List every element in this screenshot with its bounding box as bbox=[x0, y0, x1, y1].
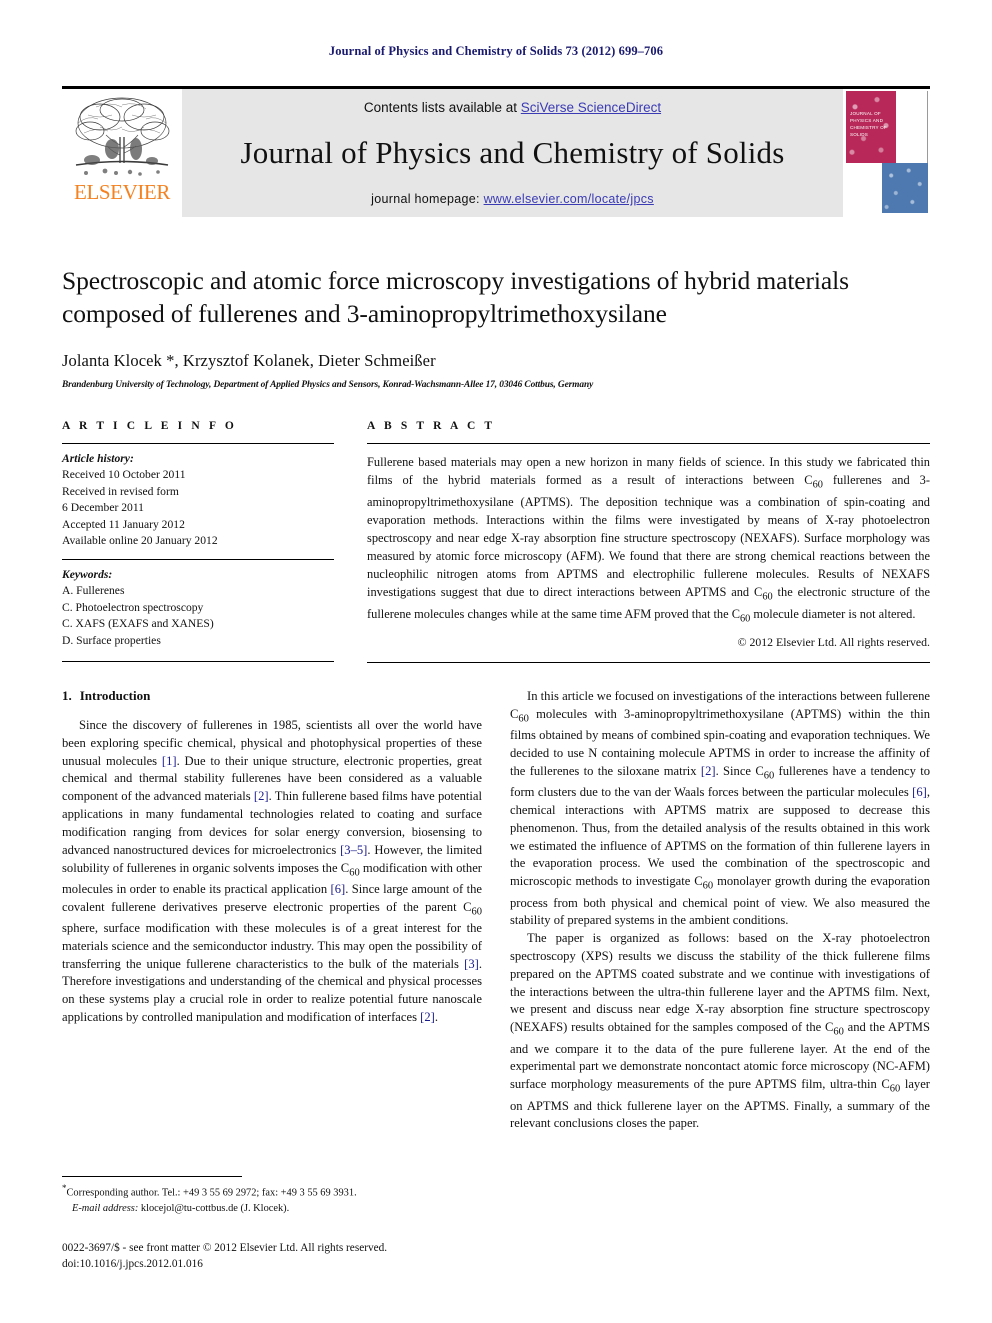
elsevier-logo: ELSEVIER bbox=[62, 89, 182, 217]
journal-header-band: ELSEVIER Contents lists available at Sci… bbox=[62, 86, 930, 217]
citation-ref[interactable]: [2] bbox=[701, 764, 716, 778]
p2-subscript: 60 bbox=[763, 770, 775, 782]
paragraph-intro-2: In this article we focused on investigat… bbox=[510, 688, 930, 930]
abstract-text: Fullerene based materials may open a new… bbox=[367, 444, 930, 626]
citation-ref[interactable]: [1] bbox=[162, 754, 177, 768]
p3-text-a: The paper is organized as follows: based… bbox=[510, 931, 930, 1035]
keywords-label: Keywords: bbox=[62, 567, 113, 581]
article-info-column: A R T I C L E I N F O Article history: R… bbox=[62, 420, 334, 663]
abstract-part-2: fullerenes and 3-aminopropyltrimethoxysi… bbox=[367, 473, 930, 600]
p2-subscript: 60 bbox=[518, 713, 529, 725]
running-head: Journal of Physics and Chemistry of Soli… bbox=[328, 44, 664, 58]
elsevier-wordmark: ELSEVIER bbox=[74, 180, 170, 204]
doi-line: doi:10.1016/j.jpcs.2012.01.016 bbox=[62, 1258, 203, 1271]
journal-header-center: Contents lists available at SciVerse Sci… bbox=[182, 89, 843, 217]
info-rule-bottom bbox=[62, 660, 334, 662]
author-list: Jolanta Klocek *, Krzysztof Kolanek, Die… bbox=[62, 351, 436, 371]
affiliation: Brandenburg University of Technology, De… bbox=[62, 380, 594, 391]
history-item: Available online 20 January 2012 bbox=[62, 534, 218, 548]
p3-subscript: 60 bbox=[889, 1083, 901, 1095]
article-history-label: Article history: bbox=[62, 452, 134, 465]
email-label: E-mail address: bbox=[72, 1202, 139, 1214]
keyword-item: A. Fullerenes bbox=[62, 584, 125, 598]
citation-ref[interactable]: [2] bbox=[420, 1010, 435, 1024]
article-page: Journal of Physics and Chemistry of Soli… bbox=[0, 0, 992, 1323]
abstract-subscript-1: 60 bbox=[812, 479, 823, 491]
abstract-copyright: © 2012 Elsevier Ltd. All rights reserved… bbox=[737, 635, 930, 650]
p1-subscript: 60 bbox=[349, 867, 360, 879]
section-heading-introduction: 1. Introduction bbox=[62, 688, 482, 704]
email-link[interactable]: klocejol@tu-cottbus.de (J. Klocek). bbox=[138, 1203, 289, 1214]
p2-text-e: , chemical interactions with APTMS matri… bbox=[510, 785, 930, 889]
history-item: Received 10 October 2011 bbox=[62, 468, 186, 482]
keyword-item: C. XAFS (EXAFS and XANES) bbox=[62, 617, 214, 631]
article-history-block: Article history: Received 10 October 201… bbox=[62, 444, 334, 550]
article-info-heading: A R T I C L E I N F O bbox=[62, 420, 237, 432]
citation-ref[interactable]: [3–5] bbox=[340, 843, 367, 857]
info-abstract-section: A R T I C L E I N F O Article history: R… bbox=[62, 420, 930, 664]
p1-text-g: sphere, surface modification with these … bbox=[62, 921, 482, 971]
cover-title-text: JOURNAL OF PHYSICS AND CHEMISTRY OF SOLI… bbox=[850, 111, 887, 137]
abstract-subscript-2: 60 bbox=[762, 591, 773, 603]
keywords-block: Keywords: A. Fullerenes C. Photoelectron… bbox=[62, 560, 334, 649]
imprint-block: 0022-3697/$ - see front matter © 2012 El… bbox=[62, 1240, 522, 1273]
body-column-left: 1. Introduction Since the discovery of fu… bbox=[62, 688, 482, 1133]
history-item: 6 December 2011 bbox=[62, 501, 144, 515]
paragraph-intro-1: Since the discovery of fullerenes in 198… bbox=[62, 717, 482, 1027]
corresponding-author-footnote: *Corresponding author. Tel.: +49 3 55 69… bbox=[62, 1182, 482, 1216]
paragraph-intro-3: The paper is organized as follows: based… bbox=[510, 930, 930, 1133]
abstract-part-4: molecule diameter is not altered. bbox=[750, 606, 916, 621]
cover-blue-panel bbox=[882, 163, 928, 213]
keyword-item: C. Photoelectron spectroscopy bbox=[62, 600, 204, 614]
citation-ref[interactable]: [3] bbox=[464, 957, 479, 971]
title-block: Spectroscopic and atomic force microscop… bbox=[62, 265, 930, 390]
keyword-item: D. Surface properties bbox=[62, 633, 161, 647]
citation-ref[interactable]: [6] bbox=[331, 882, 346, 896]
body-column-right: In this article we focused on investigat… bbox=[510, 688, 930, 1133]
section-title-text: Introduction bbox=[79, 688, 151, 703]
abstract-column: A B S T R A C T Fullerene based material… bbox=[334, 420, 930, 664]
p2-subscript: 60 bbox=[702, 880, 714, 892]
section-number: 1. bbox=[62, 688, 72, 703]
p1-subscript: 60 bbox=[471, 906, 483, 918]
journal-homepage-link[interactable]: www.elsevier.com/locate/jpcs bbox=[484, 192, 654, 206]
abstract-heading: A B S T R A C T bbox=[367, 420, 496, 432]
history-item: Accepted 11 January 2012 bbox=[62, 517, 185, 531]
issn-copyright-line: 0022-3697/$ - see front matter © 2012 El… bbox=[62, 1242, 388, 1254]
citation-ref[interactable]: [6] bbox=[912, 785, 927, 799]
journal-title: Journal of Physics and Chemistry of Soli… bbox=[240, 135, 785, 171]
history-item: Received in revised form bbox=[62, 484, 179, 498]
homepage-prefix: journal homepage: bbox=[371, 192, 484, 206]
page-title: Spectroscopic and atomic force microscop… bbox=[62, 266, 849, 328]
p3-subscript: 60 bbox=[833, 1026, 844, 1038]
elsevier-tree-icon bbox=[70, 93, 174, 181]
contents-prefix: Contents lists available at bbox=[363, 100, 521, 115]
corresponding-author-text: Corresponding author. Tel.: +49 3 55 69 … bbox=[66, 1187, 357, 1199]
cover-red-panel: JOURNAL OF PHYSICS AND CHEMISTRY OF SOLI… bbox=[846, 91, 896, 163]
journal-cover-thumbnail: JOURNAL OF PHYSICS AND CHEMISTRY OF SOLI… bbox=[843, 89, 930, 217]
abstract-rule-bottom bbox=[367, 662, 930, 664]
sciencedirect-link[interactable]: SciVerse ScienceDirect bbox=[521, 100, 661, 115]
abstract-subscript-3: 60 bbox=[740, 613, 751, 625]
journal-homepage-line: journal homepage: www.elsevier.com/locat… bbox=[371, 192, 654, 206]
p2-text-c: . Since C bbox=[715, 763, 764, 778]
footnote-rule bbox=[62, 1176, 242, 1177]
citation-ref[interactable]: [2] bbox=[254, 789, 269, 803]
p1-text-i: . bbox=[434, 1010, 438, 1025]
contents-available-line: Contents lists available at SciVerse Sci… bbox=[364, 100, 661, 115]
body-columns: 1. Introduction Since the discovery of fu… bbox=[62, 688, 930, 1133]
